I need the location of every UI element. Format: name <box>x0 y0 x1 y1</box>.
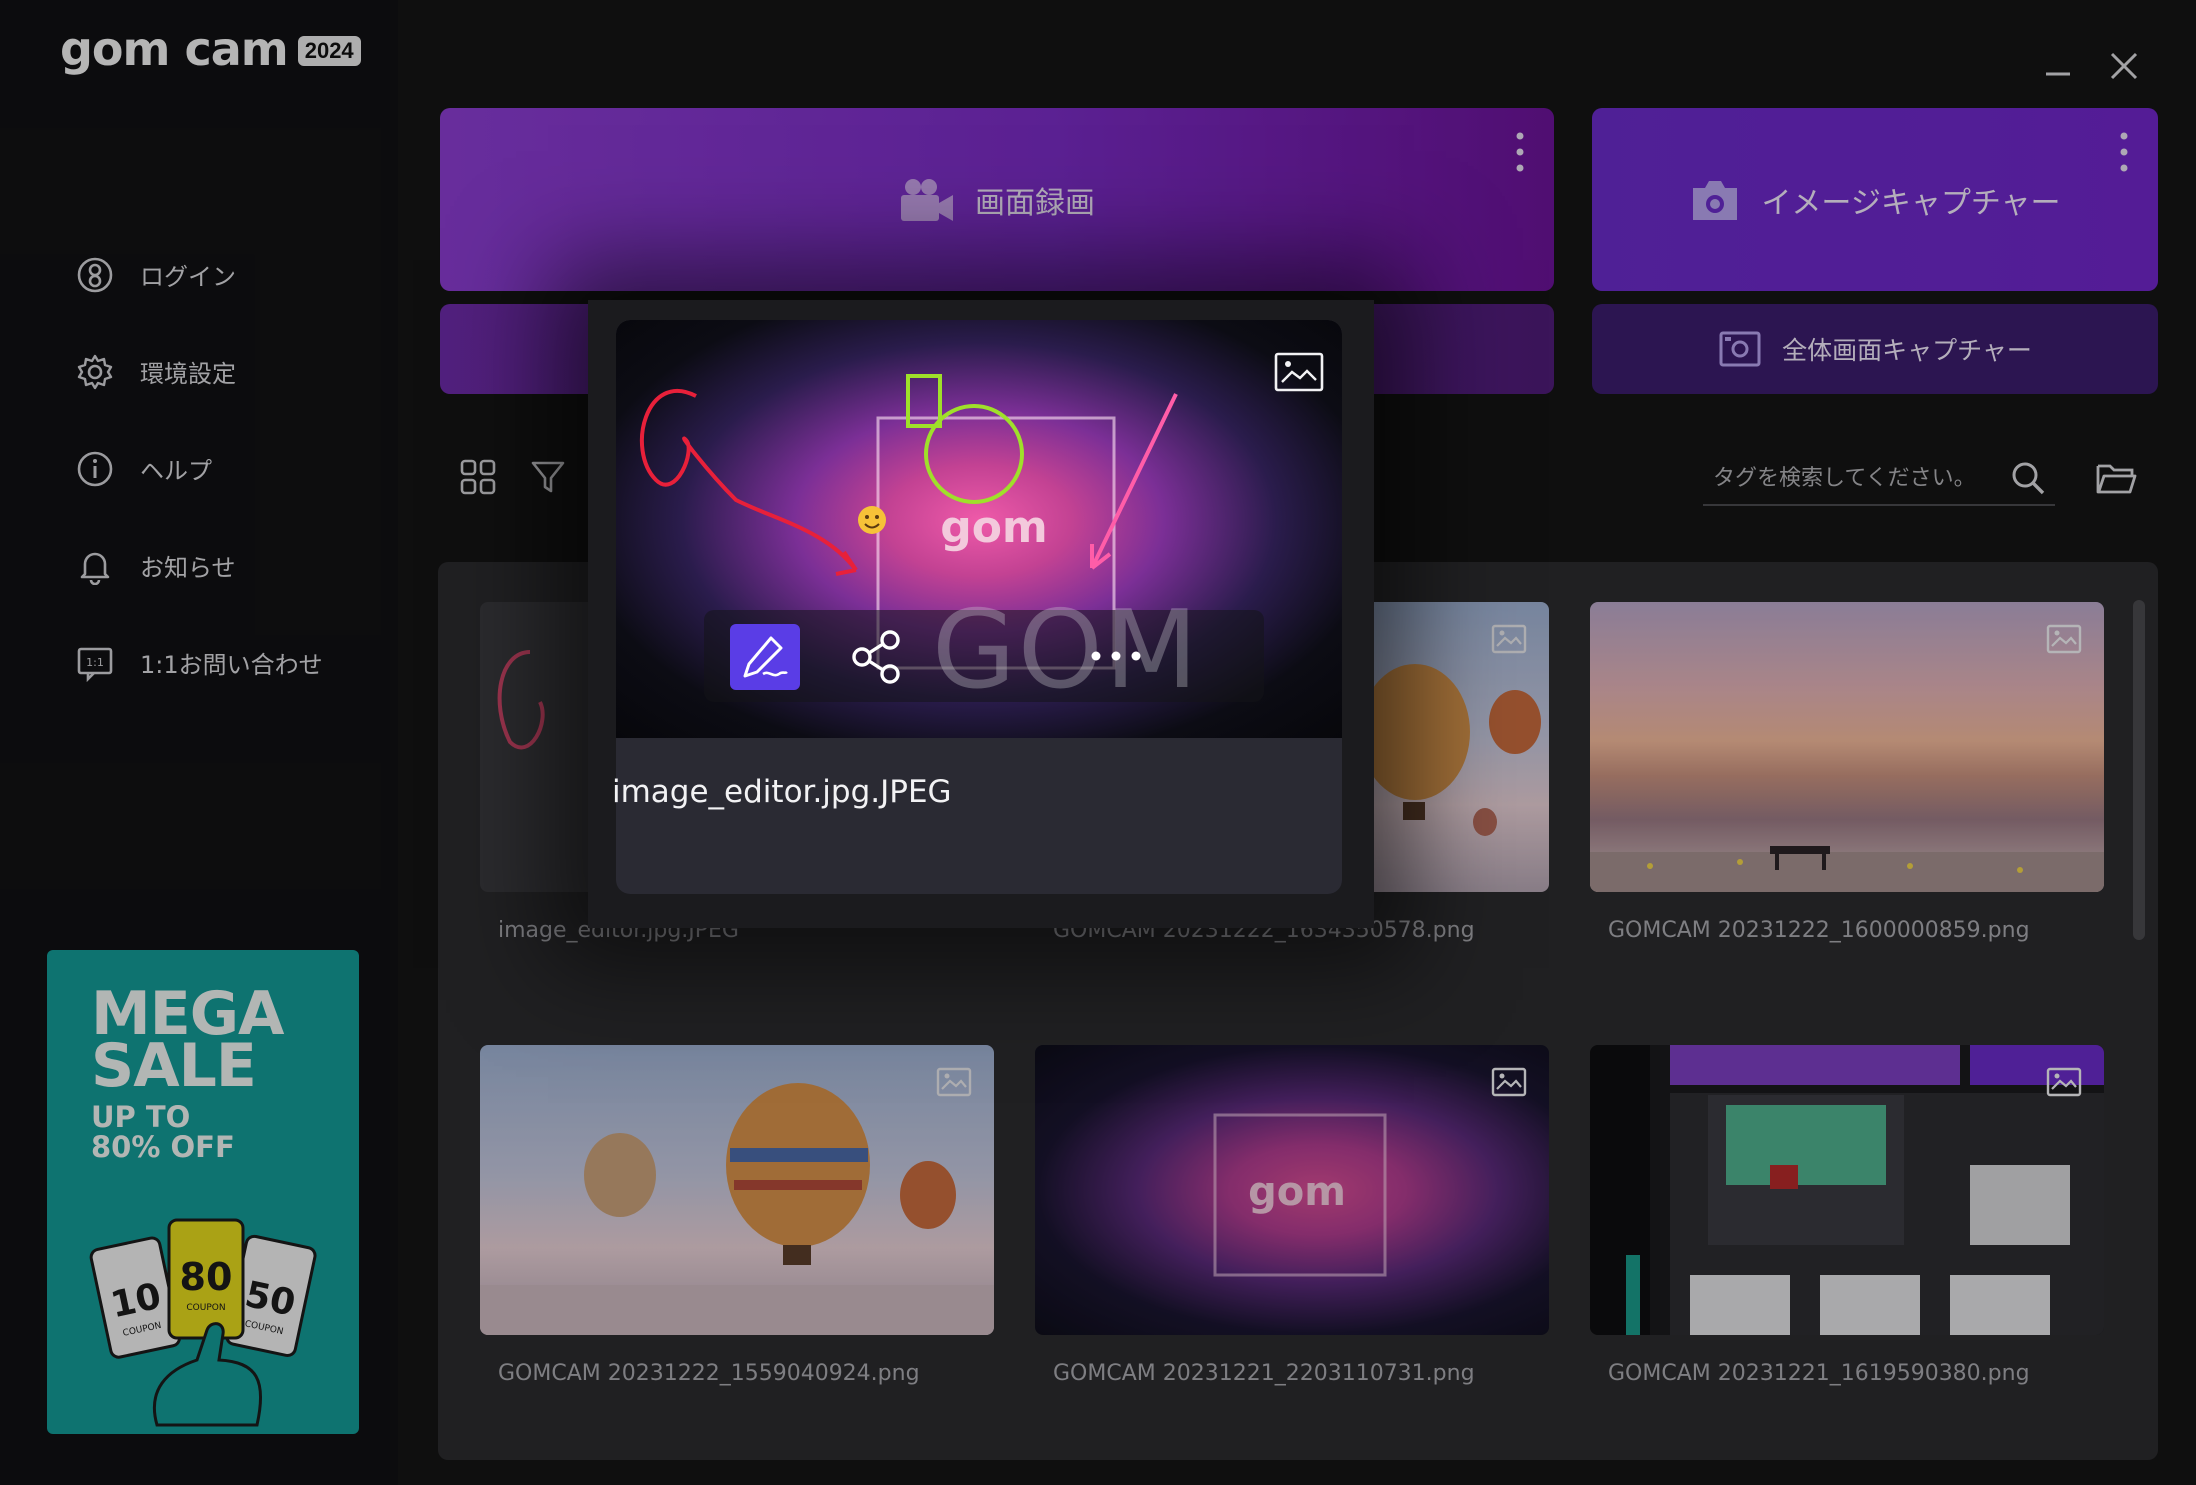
gallery-thumbnail: gom <box>1035 1045 1549 1335</box>
promo-subtitle: UP TO 80% OFF <box>91 1100 235 1164</box>
record-more-icon[interactable] <box>1512 130 1528 174</box>
gallery-file-name: GOMCAM 20231222_1600000859.png <box>1608 918 2030 943</box>
gallery-file-name: GOMCAM 20231221_1619590380.png <box>1608 1361 2030 1386</box>
fullscreen-capture-label: 全体画面キャプチャー <box>1782 336 2032 365</box>
sidebar-item-label: 環境設定 <box>140 360 236 388</box>
sidebar-item-settings[interactable]: 環境設定 <box>74 323 323 420</box>
image-capture-button[interactable]: イメージキャプチャー <box>1592 108 2158 291</box>
image-capture-label: イメージキャプチャー <box>1761 185 2061 221</box>
logo-year-badge: 2024 <box>297 36 361 66</box>
sidebar-item-label: ヘルプ <box>140 457 212 485</box>
coupon-80-text: 80 <box>180 1255 233 1299</box>
folder-icon <box>2096 464 2137 494</box>
gallery-card[interactable]: GOMCAM 20231222_1559040924.png <box>480 1045 994 1386</box>
sidebar-item-label: お知らせ <box>140 554 236 582</box>
app-logo: gom cam 2024 <box>60 22 361 76</box>
thumb-logo: gom <box>1248 1169 1346 1215</box>
fullscreen-capture-button[interactable]: 全体画面キャプチャー <box>1592 304 2158 394</box>
gallery-card[interactable]: GOMCAM 20231221_1619590380.png <box>1590 1045 2104 1386</box>
sidebar-item-notice[interactable]: お知らせ <box>74 517 323 614</box>
mega-sale-banner[interactable]: MEGA SALE UP TO 80% OFF 10 COUPON 50 COU… <box>47 950 359 1434</box>
bell-icon <box>74 545 116 587</box>
preview-popup: gom GOM <box>588 300 1374 928</box>
preview-file-name: image_editor.jpg.JPEG <box>612 774 952 810</box>
coupon-illustration: 10 COUPON 50 COUPON 80 COUPON <box>89 1218 317 1427</box>
fullscreen-camera-icon <box>1719 331 1761 367</box>
sidebar-item-inquiry[interactable]: 1:1 1:1お問い合わせ <box>74 614 323 711</box>
gallery-thumbnail <box>1590 602 2104 892</box>
coupon-word: COUPON <box>186 1303 225 1313</box>
video-camera-icon <box>901 178 953 221</box>
search-button[interactable] <box>2008 458 2048 498</box>
open-folder-button[interactable] <box>2094 458 2138 498</box>
promo-title: MEGA SALE <box>91 979 284 1101</box>
gallery-card[interactable]: gom GOMCAM 20231221_2203110731.png <box>1035 1045 1549 1386</box>
gallery-file-name: GOMCAM 20231222_1559040924.png <box>498 1361 920 1386</box>
cloud-logo-graphic: gom <box>1213 1113 1387 1277</box>
image-type-icon <box>2046 1067 2082 1097</box>
gallery-card[interactable]: GOMCAM 20231222_1600000859.png <box>1590 602 2104 943</box>
tag-search-field[interactable] <box>1703 456 2055 506</box>
image-type-icon <box>2046 624 2082 654</box>
beach-scene <box>1590 846 2104 892</box>
minimize-button[interactable] <box>2038 46 2078 86</box>
image-capture-more-icon[interactable] <box>2116 130 2132 174</box>
gallery-file-name: GOMCAM 20231221_2203110731.png <box>1053 1361 1475 1386</box>
camera-icon <box>1693 180 1738 220</box>
sidebar-nav: ログイン 環境設定 ヘルプ お知らせ 1:1 1:1お問い合わせ <box>74 226 323 711</box>
screen-record-label: 画面録画 <box>975 185 1095 221</box>
filter-icon <box>531 461 565 493</box>
image-type-icon <box>1274 352 1324 392</box>
tag-search-input[interactable] <box>1703 456 1993 500</box>
gom-watermark: GOM <box>932 588 1200 713</box>
sidebar: gom cam 2024 ログイン 環境設定 ヘルプ お知らせ 1:1 1:1お… <box>0 0 398 1485</box>
gallery-scrollbar[interactable] <box>2133 600 2145 940</box>
sidebar-item-login[interactable]: ログイン <box>74 226 323 323</box>
grid-icon <box>460 459 496 495</box>
gallery-thumbnail <box>1590 1045 2104 1335</box>
search-icon <box>2012 462 2045 495</box>
balloons-graphic <box>480 1083 994 1335</box>
gallery-thumbnail <box>480 1045 994 1335</box>
image-type-icon <box>1491 624 1527 654</box>
close-button[interactable] <box>2104 46 2144 86</box>
share-button[interactable] <box>846 626 908 688</box>
user-circle-icon <box>74 254 116 296</box>
thumb-logo: gom <box>940 502 1048 553</box>
screen-record-button[interactable]: 画面録画 <box>440 108 1554 291</box>
share-icon <box>852 630 900 684</box>
minimize-icon <box>2046 72 2070 76</box>
sidebar-item-help[interactable]: ヘルプ <box>74 420 323 517</box>
filter-button[interactable] <box>528 457 568 497</box>
sidebar-item-label: ログイン <box>140 263 236 291</box>
more-options-button[interactable] <box>1086 636 1146 676</box>
gear-icon <box>74 351 116 393</box>
more-horizontal-icon <box>1091 651 1141 661</box>
preview-thumbnail: gom GOM <box>616 320 1342 738</box>
close-icon <box>2110 52 2138 80</box>
grid-view-button[interactable] <box>458 457 498 497</box>
nested-app-screenshot <box>1590 1045 2104 1335</box>
svg-text:1:1: 1:1 <box>86 656 104 669</box>
sidebar-item-label: 1:1お問い合わせ <box>140 651 323 679</box>
edit-image-button[interactable] <box>730 624 800 690</box>
logo-text: gom cam <box>60 22 289 76</box>
balloon-graphic <box>1360 664 1541 836</box>
pencil-edit-icon <box>743 636 788 678</box>
info-icon <box>74 448 116 490</box>
chat-icon: 1:1 <box>74 642 116 684</box>
